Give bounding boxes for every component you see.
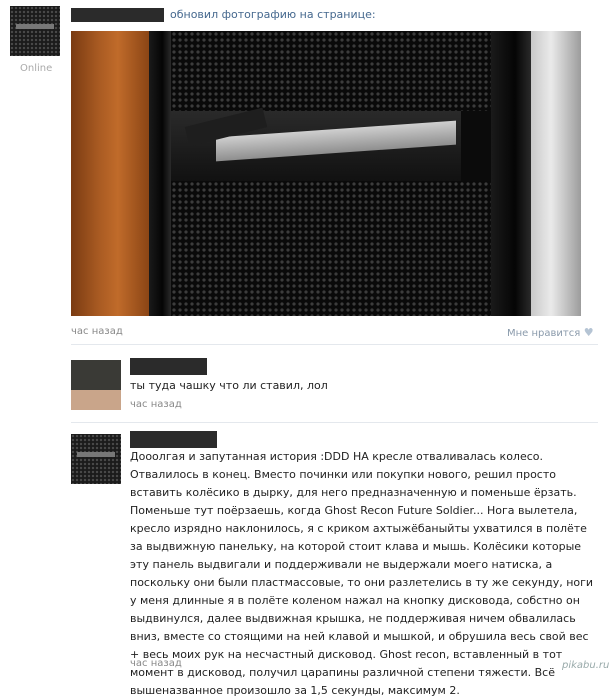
comment-divider <box>71 422 598 423</box>
background-cables <box>531 31 581 316</box>
case-mesh-top <box>171 31 491 111</box>
watermark: pikabu.ru <box>562 660 610 671</box>
commenter-avatar[interactable] <box>71 360 121 410</box>
case-side <box>149 31 171 316</box>
comment-time[interactable]: час назад <box>130 399 182 410</box>
post-photo[interactable] <box>71 31 581 316</box>
post-divider <box>71 344 598 345</box>
heart-icon: ♥ <box>583 326 594 339</box>
author-avatar[interactable] <box>10 6 60 56</box>
case-mesh-bottom <box>171 181 491 316</box>
commenter-avatar[interactable] <box>71 434 121 484</box>
like-label: Мне нравится <box>507 328 581 339</box>
wood-surface <box>71 31 149 316</box>
comment-time[interactable]: час назад <box>130 658 182 669</box>
post-action-text: обновил фотографию на странице: <box>170 8 376 21</box>
post-time[interactable]: час назад <box>71 326 123 337</box>
online-status: Online <box>20 63 53 74</box>
comment-1: ты туда чашку что ли ставил, лол час наз… <box>0 350 614 422</box>
case-right-edge <box>491 31 531 316</box>
commenter-name-redacted[interactable] <box>130 431 217 448</box>
author-name-redacted[interactable] <box>71 8 164 22</box>
comment-text: Дооолгая и запутанная история :DDD НА кр… <box>130 450 594 697</box>
comment-2: Дооолгая и запутанная история :DDD НА кр… <box>0 428 614 697</box>
commenter-name-redacted[interactable] <box>130 358 207 375</box>
like-button[interactable]: Мне нравится ♥ <box>507 326 594 339</box>
comment-text: ты туда чашку что ли ставил, лол <box>130 379 328 392</box>
